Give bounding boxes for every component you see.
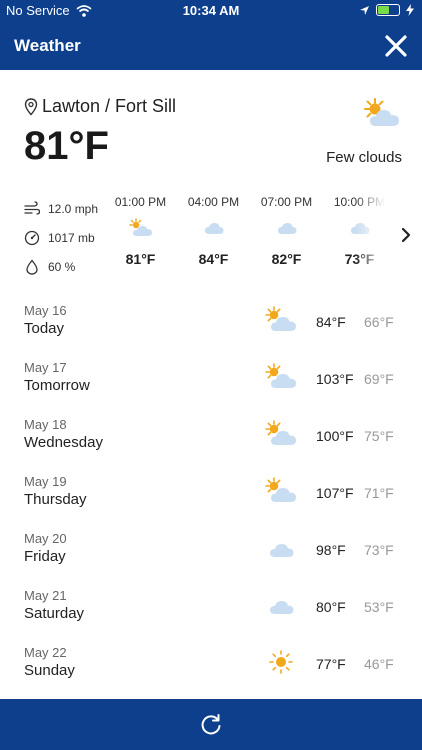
cloud-icon (270, 544, 294, 557)
partly-cloudy-icon (265, 477, 296, 502)
pressure-value: 1017 mb (48, 230, 95, 245)
partly-cloudy-icon (128, 218, 152, 236)
droplet-icon (26, 258, 38, 275)
hour-temp: 82°F (271, 251, 302, 267)
daily-forecast: May 16 Today 84°F 66°F May 17 Tomorrow 1… (0, 296, 422, 695)
bottom-toolbar (0, 699, 422, 750)
close-button[interactable] (382, 32, 410, 60)
status-bar: No Service 10:34 AM (0, 0, 422, 22)
charging-bolt-icon (406, 4, 414, 16)
refresh-icon (201, 714, 221, 735)
day-date: May 18 (24, 417, 67, 432)
day-name: Tomorrow (24, 377, 90, 394)
hour-item: 07:00 PM 82°F (250, 195, 323, 267)
gauge-icon (24, 230, 40, 245)
day-name: Friday (24, 548, 66, 565)
day-date: May 19 (24, 474, 67, 489)
day-name: Saturday (24, 605, 85, 622)
wind-value: 12.0 mph (48, 201, 99, 216)
day-date: May 22 (24, 645, 67, 660)
pressure-stat: 1017 mb (24, 223, 114, 252)
refresh-button[interactable] (198, 712, 224, 738)
hour-time: 01:00 PM (114, 195, 167, 209)
hour-time: 04:00 PM (187, 195, 240, 209)
hour-time: 07:00 PM (260, 195, 313, 209)
day-high: 103°F (316, 371, 354, 387)
nav-bar: Weather (0, 22, 422, 70)
partly-cloudy-icon (265, 306, 296, 331)
day-high: 80°F (316, 599, 346, 615)
location: Lawton / Fort Sill (24, 96, 176, 117)
condition-text: Few clouds (326, 149, 402, 166)
day-low: 73°F (364, 542, 394, 558)
location-name: Lawton / Fort Sill (42, 96, 177, 116)
day-name: Sunday (24, 662, 75, 679)
hour-item: 01:00 PM 81°F (104, 195, 177, 267)
daily-row[interactable]: May 20 Friday 98°F 73°F (0, 524, 422, 581)
partly-cloudy-icon (362, 98, 402, 135)
hourly-fade (355, 195, 385, 275)
hour-temp: 81°F (125, 251, 156, 267)
sun-icon (269, 650, 293, 674)
daily-row[interactable]: May 17 Tomorrow 103°F 69°F (0, 353, 422, 410)
day-high: 98°F (316, 542, 346, 558)
daily-row[interactable]: May 16 Today 84°F 66°F (0, 296, 422, 353)
humidity-stat: 60 % (24, 252, 114, 281)
chevron-right-icon (401, 227, 411, 243)
day-low: 66°F (364, 314, 394, 330)
cloud-icon (204, 223, 223, 234)
day-low: 71°F (364, 485, 394, 501)
day-name: Today (24, 320, 65, 337)
day-low: 69°F (364, 371, 394, 387)
hourly-next-button[interactable] (398, 226, 414, 244)
hour-temp: 84°F (198, 251, 229, 267)
cloud-icon (270, 601, 294, 614)
daily-row[interactable]: May 18 Wednesday 100°F 75°F (0, 410, 422, 467)
location-pin-icon (24, 97, 38, 116)
close-icon (385, 35, 407, 57)
day-high: 100°F (316, 428, 354, 444)
nav-title: Weather (14, 36, 81, 55)
status-right (359, 4, 414, 16)
daily-row[interactable]: May 19 Thursday 107°F 71°F (0, 467, 422, 524)
partly-cloudy-icon (265, 363, 296, 388)
current-temperature: 81°F (24, 124, 109, 168)
day-date: May 20 (24, 531, 67, 546)
day-high: 77°F (316, 656, 346, 672)
location-arrow-icon (360, 5, 369, 15)
day-name: Wednesday (24, 434, 103, 451)
current-stats: 12.0 mph 1017 mb 60 % (24, 194, 114, 281)
wind-icon (24, 200, 40, 215)
humidity-value: 60 % (48, 259, 76, 274)
cloud-icon (277, 223, 296, 234)
hour-item: 04:00 PM 84°F (177, 195, 250, 267)
day-low: 53°F (364, 599, 394, 615)
day-low: 46°F (364, 656, 394, 672)
partly-cloudy-icon (265, 420, 296, 445)
daily-row[interactable]: May 21 Saturday 80°F 53°F (0, 581, 422, 638)
hourly-forecast[interactable]: 01:00 PM 81°F 04:00 PM 84°F 07:00 PM 82°… (104, 195, 384, 275)
daily-row[interactable]: May 22 Sunday 77°F 46°F (0, 638, 422, 695)
day-date: May 17 (24, 360, 67, 375)
day-date: May 16 (24, 303, 67, 318)
wind-stat: 12.0 mph (24, 194, 114, 223)
day-date: May 21 (24, 588, 67, 603)
day-name: Thursday (24, 491, 87, 508)
day-high: 107°F (316, 485, 354, 501)
day-low: 75°F (364, 428, 394, 444)
battery-icon (376, 4, 400, 16)
day-high: 84°F (316, 314, 346, 330)
